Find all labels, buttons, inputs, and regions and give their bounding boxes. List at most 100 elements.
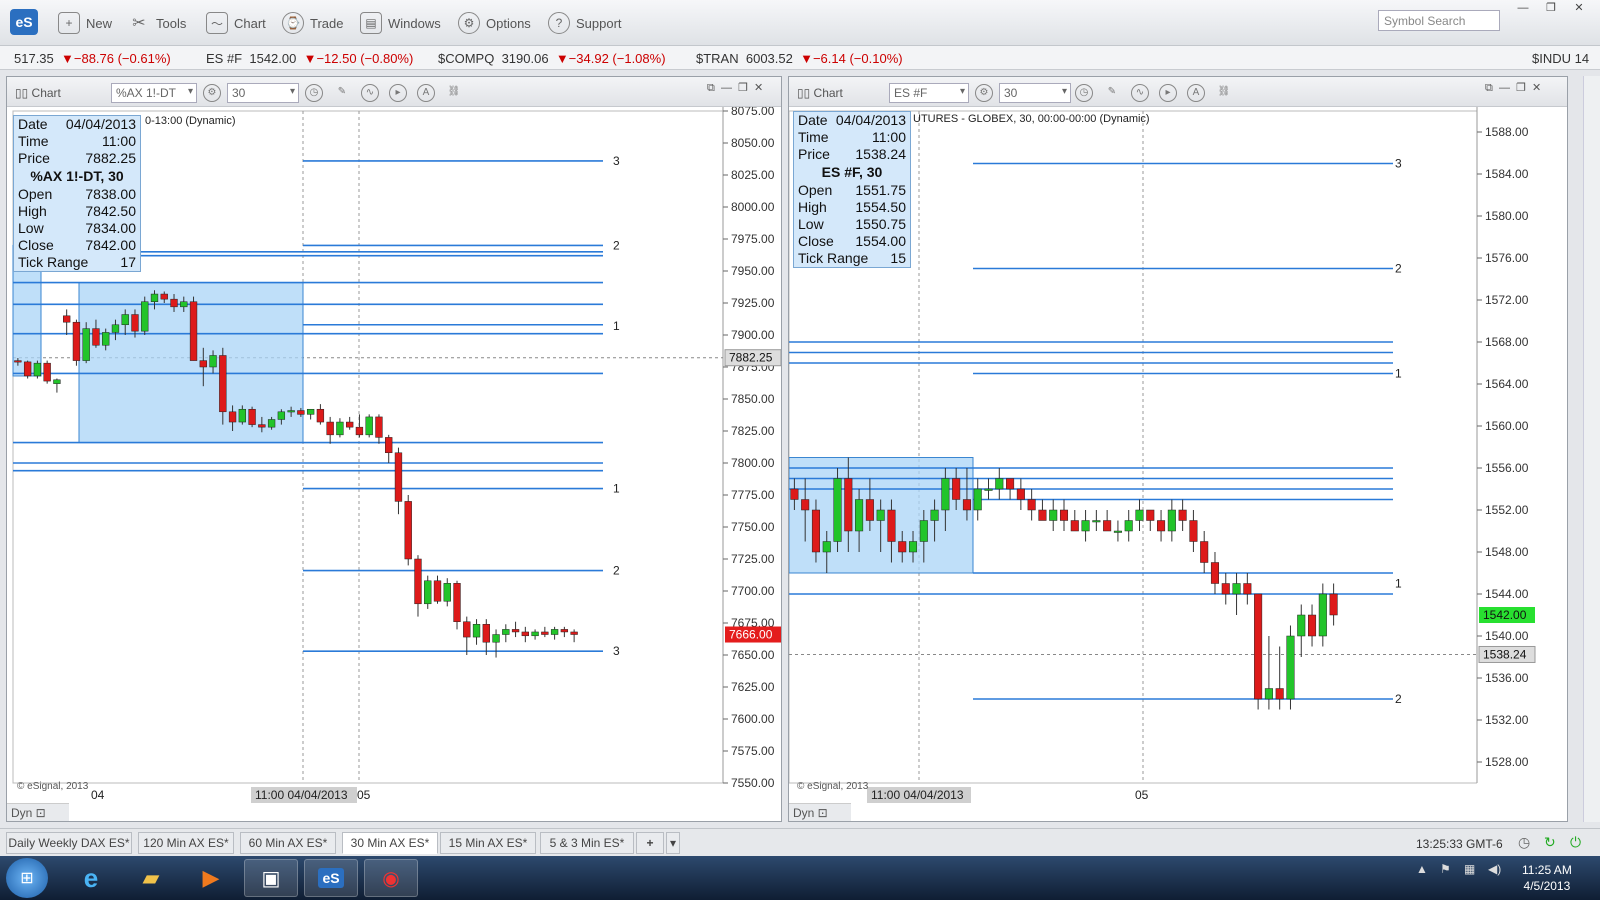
ticker-item[interactable]: $COMPQ 3190.06 ▼−34.92 (−1.08%): [438, 51, 666, 66]
candle-body: [492, 634, 500, 643]
symbol-search-input[interactable]: Symbol Search: [1378, 10, 1500, 31]
close-button[interactable]: ✕: [1566, 2, 1592, 16]
candle-body: [833, 478, 842, 542]
tab-120-min[interactable]: 120 Min AX ES*: [138, 832, 234, 854]
options-button[interactable]: ⚙ Options: [458, 10, 531, 36]
candle-body: [1189, 520, 1198, 542]
connection-icon[interactable]: ◷: [1518, 834, 1530, 851]
ticker-item[interactable]: 517.35 ▼−88.76 (−0.61%): [14, 51, 171, 66]
candle-body: [1232, 583, 1241, 595]
link-chain-icon[interactable]: ⛓: [445, 84, 463, 102]
candle-body: [570, 631, 578, 635]
tray-clock[interactable]: 11:25 AM 4/5/2013: [1522, 862, 1572, 894]
candle-body: [82, 328, 90, 361]
candle-body: [887, 509, 896, 542]
candle-body: [472, 624, 481, 638]
tab-30-min[interactable]: 30 Min AX ES*: [342, 832, 438, 854]
candle-body: [560, 629, 569, 633]
dynamic-toggle[interactable]: Dyn ⊡: [7, 803, 69, 821]
media-player-icon[interactable]: ▶: [184, 859, 238, 897]
folder-icon[interactable]: ▰: [124, 859, 178, 897]
link-icon[interactable]: ⚙: [203, 84, 221, 102]
page-list-button[interactable]: ▾: [666, 832, 680, 854]
play-icon[interactable]: ▸: [1159, 84, 1177, 102]
trade-button[interactable]: ⌚ Trade: [282, 10, 343, 36]
ticker-item[interactable]: $TRAN 6003.52 ▼−6.14 (−0.10%): [696, 51, 903, 66]
candle-body: [306, 408, 315, 415]
window-options-icon[interactable]: ⧉ — ❐ ✕: [1485, 81, 1541, 95]
esignal-logo[interactable]: eS: [10, 9, 38, 35]
status-clock: 13:25:33 GMT-6: [1416, 837, 1503, 851]
minimize-button[interactable]: —: [1510, 2, 1536, 16]
clock-icon[interactable]: ◷: [1075, 84, 1093, 102]
tray-flag-icon[interactable]: ⚑: [1440, 862, 1451, 876]
refresh-icon[interactable]: ↻: [1544, 834, 1556, 851]
candle-body: [1049, 509, 1058, 521]
ticker-item[interactable]: ES #F 1542.00 ▼−12.50 (−0.80%): [206, 51, 413, 66]
new-button[interactable]: + New: [58, 10, 112, 36]
link-chain-icon[interactable]: ⛓: [1215, 84, 1233, 102]
pivot-level-label: 2: [613, 564, 620, 578]
page-tabs: Daily Weekly DAX ES* 120 Min AX ES* 60 M…: [0, 828, 1600, 856]
esignal-task-icon[interactable]: eS: [304, 859, 358, 897]
window-options-icon[interactable]: ⧉ — ❐ ✕: [707, 81, 763, 95]
tools-button[interactable]: ✂ Tools: [128, 10, 186, 36]
add-page-button[interactable]: +: [636, 832, 664, 854]
computer-icon[interactable]: ▣: [244, 859, 298, 897]
candle-body: [844, 478, 853, 532]
candle-body: [1297, 614, 1306, 637]
link-icon[interactable]: ⚙: [975, 84, 993, 102]
play-icon[interactable]: ▸: [389, 84, 407, 102]
pencil-icon[interactable]: ✎: [1103, 84, 1121, 102]
tab-daily-weekly-dax[interactable]: Daily Weekly DAX ES*: [6, 832, 132, 854]
restore-button[interactable]: ❐: [1538, 2, 1564, 16]
tray-network-icon[interactable]: ▦: [1464, 862, 1475, 876]
y-tick-label: 1584.00: [1485, 167, 1529, 181]
x-axis-label: 11:00 04/04/2013: [255, 788, 348, 802]
tools-icon: ✂: [132, 15, 146, 32]
candle-body: [541, 631, 549, 635]
trade-label: Trade: [310, 15, 344, 31]
candle-body: [33, 362, 42, 377]
alert-icon[interactable]: A: [1187, 84, 1205, 102]
study-icon[interactable]: ∿: [361, 84, 379, 102]
chart-button[interactable]: 〜 Chart: [206, 10, 266, 36]
status-ok-icon[interactable]: ⏻: [1570, 834, 1581, 851]
candle-body: [160, 293, 168, 300]
symbol-select[interactable]: %AX 1!-DT: [111, 83, 197, 103]
ticker-item[interactable]: $INDU 14: [1532, 51, 1589, 66]
chart-window-label: ▯▯ Chart: [15, 86, 61, 100]
pencil-icon[interactable]: ✎: [333, 84, 351, 102]
candle-body: [1103, 520, 1112, 532]
workspace-scrollbar[interactable]: [1583, 76, 1600, 822]
start-button[interactable]: ⊞: [6, 858, 48, 898]
cursor-data-window: Date 04/04/2013 Time 11:00 Price 7882.25 %A…: [13, 115, 141, 272]
y-tick-label: 1588.00: [1485, 125, 1529, 139]
tab-60-min[interactable]: 60 Min AX ES*: [240, 832, 336, 854]
candle-body: [1210, 562, 1220, 584]
tab-15-min[interactable]: 15 Min AX ES*: [440, 832, 536, 854]
interval-select[interactable]: 30: [999, 83, 1071, 103]
candle-body: [43, 362, 51, 382]
tab-5-3-min[interactable]: 5 & 3 Min ES*: [540, 832, 634, 854]
support-button[interactable]: ? Support: [548, 10, 622, 36]
app-task-icon[interactable]: ◉: [364, 859, 418, 897]
y-tick-label: 8000.00: [731, 200, 775, 214]
interval-select[interactable]: 30: [227, 83, 299, 103]
tray-volume-icon[interactable]: ◀): [1488, 862, 1501, 876]
tray-expand-icon[interactable]: ▲: [1416, 862, 1428, 876]
y-tick-label: 1532.00: [1485, 713, 1529, 727]
internet-explorer-icon[interactable]: e: [64, 859, 118, 897]
cursor-data-window: Date 04/04/2013 Time 11:00 Price 1538.24 ES…: [793, 111, 911, 268]
candle-body: [1038, 509, 1047, 521]
symbol-select[interactable]: ES #F: [889, 83, 969, 103]
dynamic-toggle[interactable]: Dyn ⊡: [789, 803, 851, 821]
y-tick-label: 7625.00: [731, 680, 775, 694]
alert-icon[interactable]: A: [417, 84, 435, 102]
chart-header-left: ▯▯ Chart %AX 1!-DT ⚙ 30 ◷ ✎ ∿ ▸ A ⛓ ⧉ — …: [7, 77, 781, 107]
clock-icon[interactable]: ◷: [305, 84, 323, 102]
windows-button[interactable]: ▤ Windows: [360, 10, 441, 36]
candle-body: [131, 314, 139, 332]
study-icon[interactable]: ∿: [1131, 84, 1149, 102]
pivot-level-label: 2: [1395, 262, 1402, 276]
